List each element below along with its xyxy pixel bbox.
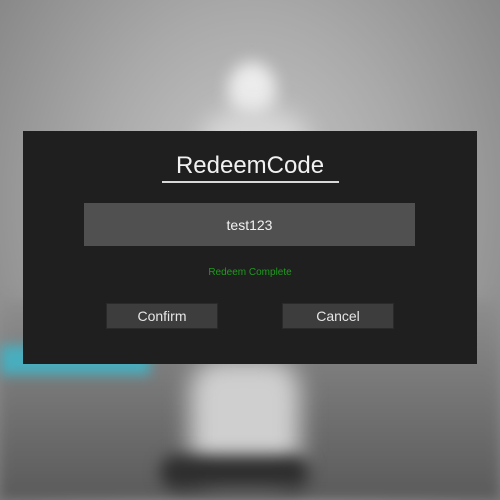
dialog-title: RedeemCode xyxy=(175,152,325,179)
redeem-status-message: Redeem Complete xyxy=(208,267,292,278)
cancel-button[interactable]: Cancel xyxy=(282,303,394,329)
redeem-code-input[interactable] xyxy=(84,203,415,246)
character-feet xyxy=(160,455,310,490)
redeem-code-dialog: RedeemCode Redeem Complete Confirm Cance… xyxy=(23,131,477,364)
confirm-button[interactable]: Confirm xyxy=(106,303,218,329)
title-underline xyxy=(162,181,339,183)
